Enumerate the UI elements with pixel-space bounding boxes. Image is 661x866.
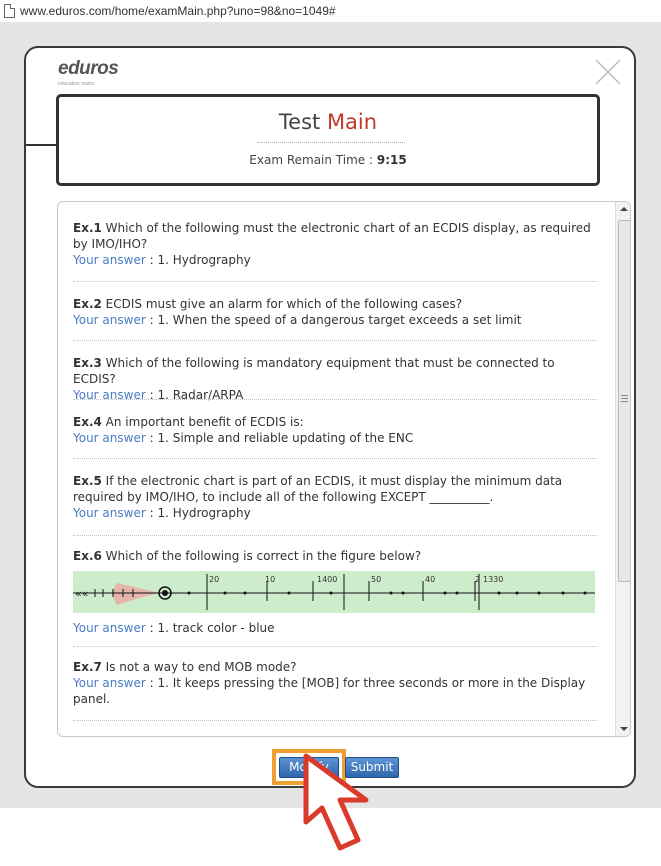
divider <box>73 458 597 459</box>
page-icon <box>4 4 15 18</box>
ecdis-track-figure: «« 20 10 1400 50 40 2 1330 <box>73 571 595 613</box>
header-connector-line <box>26 144 56 146</box>
scrollbar-thumb[interactable] <box>618 220 630 582</box>
divider <box>73 535 597 536</box>
grip-icon <box>621 395 628 396</box>
divider <box>73 281 597 282</box>
figure-label: 50 <box>371 575 381 584</box>
figure-label: 1330 <box>483 575 503 584</box>
question-item: Ex.5 If the electronic chart is part of … <box>73 474 563 520</box>
figure-label: 20 <box>209 575 219 584</box>
question-item: Ex.6 Which of the following is correct i… <box>73 549 422 563</box>
page-title: Test Main <box>278 110 378 134</box>
remain-time-value: 9:15 <box>376 153 407 167</box>
divider <box>73 720 597 721</box>
question-item: Ex.1 Which of the following must the ele… <box>73 221 591 267</box>
exam-remain-time: Exam Remain Time : 9:15 <box>249 153 407 167</box>
scroll-down-arrow-icon[interactable] <box>616 722 631 736</box>
figure-label: 40 <box>425 575 435 584</box>
figure-label: 2 <box>475 575 480 584</box>
divider <box>73 340 597 341</box>
pointer-cursor-icon <box>303 753 369 851</box>
question-item: Ex.2 ECDIS must give an alarm for which … <box>73 297 522 327</box>
divider <box>73 399 597 400</box>
title-panel: Test Main Exam Remain Time : 9:15 <box>56 94 600 186</box>
logo-tagline: education matrix <box>58 81 95 87</box>
close-icon[interactable] <box>594 58 622 86</box>
exam-modal: eduros education matrix Test Main Exam R… <box>24 46 636 788</box>
vertical-scrollbar[interactable] <box>615 202 631 736</box>
divider <box>73 646 597 647</box>
question-item: Ex.7 Is not a way to end MOB mode? Your … <box>73 660 586 706</box>
eduros-logo: eduros <box>58 58 119 79</box>
track-figure-svg: «« 20 10 1400 50 40 2 1330 <box>73 574 595 610</box>
figure-label: 1400 <box>317 575 337 584</box>
url-text[interactable]: www.eduros.com/home/examMain.php?uno=98&… <box>20 4 336 18</box>
question-item: Ex.3 Which of the following is mandatory… <box>73 356 555 402</box>
answer-review-list[interactable]: Ex.1 Which of the following must the ele… <box>57 201 631 737</box>
svg-text:««: «« <box>75 587 88 600</box>
scroll-up-arrow-icon[interactable] <box>616 202 631 216</box>
question-list: Ex.1 Which of the following must the ele… <box>58 202 614 736</box>
title-divider <box>257 142 405 143</box>
address-bar[interactable]: www.eduros.com/home/examMain.php?uno=98&… <box>0 0 661 23</box>
question-item: Your answer : 1. track color - blue <box>73 621 275 635</box>
figure-label: 10 <box>265 575 275 584</box>
question-item: Ex.4 An important benefit of ECDIS is: Y… <box>73 415 414 445</box>
